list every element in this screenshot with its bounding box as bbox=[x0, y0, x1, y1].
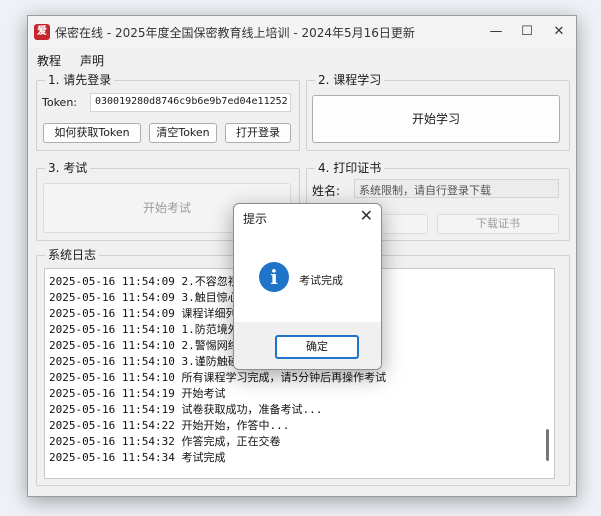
dialog-title: 提示 bbox=[243, 212, 268, 226]
name-field: 系统限制，请自行登录下载 bbox=[354, 179, 559, 198]
log-line: 2025-05-16 11:54:34 考试完成 bbox=[49, 451, 226, 464]
certificate-legend: 4. 打印证书 bbox=[318, 161, 382, 175]
menu-statement[interactable]: 声明 bbox=[80, 52, 104, 69]
dialog-footer: 确定 bbox=[234, 322, 381, 369]
log-line: 2025-05-16 11:54:32 作答完成，正在交卷 bbox=[49, 435, 281, 448]
log-line: 2025-05-16 11:54:22 开始开始，作答中... bbox=[49, 419, 290, 432]
minimize-button[interactable]: — bbox=[481, 20, 511, 44]
window-title: 保密在线 - 2025年度全国保密教育线上培训 - 2024年5月16日更新 bbox=[55, 26, 415, 40]
login-legend: 1. 请先登录 bbox=[48, 73, 112, 87]
info-icon: i bbox=[259, 262, 289, 292]
name-label: 姓名: bbox=[312, 184, 341, 198]
log-line: 2025-05-16 11:54:19 开始考试 bbox=[49, 387, 226, 400]
log-scrollbar[interactable] bbox=[544, 271, 552, 476]
dialog-close-icon[interactable]: ✕ bbox=[360, 206, 373, 225]
maximize-button[interactable]: ☐ bbox=[512, 20, 542, 44]
open-login-button[interactable]: 打开登录 bbox=[225, 123, 291, 143]
clear-token-button[interactable]: 清空Token bbox=[149, 123, 217, 143]
title-bar[interactable]: 爱 保密在线 - 2025年度全国保密教育线上培训 - 2024年5月16日更新… bbox=[28, 16, 576, 48]
token-label: Token: bbox=[42, 96, 78, 109]
start-learning-button[interactable]: 开始学习 bbox=[312, 95, 560, 143]
dialog-message: 考试完成 bbox=[299, 274, 343, 287]
message-dialog: 提示 ✕ i 考试完成 确定 bbox=[233, 203, 382, 370]
log-line: 2025-05-16 11:54:19 试卷获取成功，准备考试... bbox=[49, 403, 323, 416]
download-certificate-button[interactable]: 下载证书 bbox=[437, 214, 559, 234]
menu-bar: 教程 声明 bbox=[28, 50, 576, 70]
close-button[interactable]: ✕ bbox=[544, 20, 574, 44]
app-logo-icon: 爱 bbox=[34, 24, 50, 40]
exam-legend: 3. 考试 bbox=[48, 161, 88, 175]
how-to-get-token-button[interactable]: 如何获取Token bbox=[43, 123, 141, 143]
log-legend: 系统日志 bbox=[48, 248, 97, 262]
token-input[interactable]: 030019280d8746c9b6e9b7ed04e11252 bbox=[90, 93, 291, 112]
course-legend: 2. 课程学习 bbox=[318, 73, 382, 87]
dialog-ok-button[interactable]: 确定 bbox=[275, 335, 359, 359]
menu-tutorial[interactable]: 教程 bbox=[37, 52, 61, 69]
log-scroll-thumb[interactable] bbox=[546, 429, 549, 461]
log-line: 2025-05-16 11:54:10 所有课程学习完成，请5分钟后再操作考试 bbox=[49, 371, 387, 384]
